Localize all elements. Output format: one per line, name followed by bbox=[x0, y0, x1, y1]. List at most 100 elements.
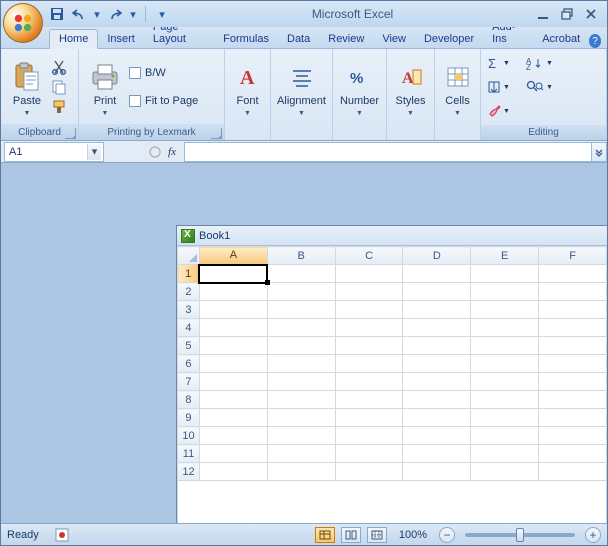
cell[interactable] bbox=[267, 265, 335, 283]
bw-checkbox[interactable]: B/W bbox=[129, 63, 198, 83]
column-header[interactable]: E bbox=[471, 247, 539, 265]
row-header[interactable]: 10 bbox=[178, 427, 200, 445]
cell[interactable] bbox=[335, 265, 403, 283]
cell[interactable] bbox=[267, 409, 335, 427]
page-layout-view-button[interactable] bbox=[341, 527, 361, 543]
cell[interactable] bbox=[471, 319, 539, 337]
redo-dropdown[interactable]: ▾ bbox=[129, 6, 137, 22]
row-header[interactable]: 3 bbox=[178, 301, 200, 319]
row-header[interactable]: 8 bbox=[178, 391, 200, 409]
cell[interactable] bbox=[539, 391, 607, 409]
restore-button[interactable] bbox=[559, 7, 575, 21]
tab-data[interactable]: Data bbox=[278, 30, 319, 48]
row-header[interactable]: 7 bbox=[178, 373, 200, 391]
cell[interactable] bbox=[199, 283, 267, 301]
cell[interactable] bbox=[471, 391, 539, 409]
print-button[interactable]: Print ▼ bbox=[83, 54, 127, 120]
cell[interactable] bbox=[471, 301, 539, 319]
styles-button[interactable]: A Styles ▼ bbox=[391, 54, 431, 120]
cell[interactable] bbox=[199, 391, 267, 409]
cell[interactable] bbox=[403, 463, 471, 481]
printing-launcher[interactable] bbox=[211, 128, 222, 139]
cell[interactable] bbox=[335, 427, 403, 445]
cell[interactable] bbox=[471, 265, 539, 283]
expand-formula-bar[interactable] bbox=[591, 142, 607, 162]
cell[interactable] bbox=[267, 355, 335, 373]
row-header[interactable]: 4 bbox=[178, 319, 200, 337]
cell[interactable] bbox=[403, 409, 471, 427]
sort-filter-button[interactable]: AZ▼ bbox=[526, 56, 553, 70]
cell[interactable] bbox=[471, 373, 539, 391]
cell[interactable] bbox=[267, 427, 335, 445]
cell[interactable] bbox=[539, 463, 607, 481]
cell[interactable] bbox=[539, 337, 607, 355]
cell[interactable] bbox=[539, 355, 607, 373]
undo-dropdown[interactable]: ▾ bbox=[93, 6, 101, 22]
cell[interactable] bbox=[403, 337, 471, 355]
font-button[interactable]: A Font ▼ bbox=[228, 54, 268, 120]
tab-formulas[interactable]: Formulas bbox=[214, 30, 278, 48]
cell[interactable] bbox=[403, 301, 471, 319]
format-painter-button[interactable] bbox=[51, 99, 67, 115]
save-button[interactable] bbox=[49, 6, 65, 22]
cell[interactable] bbox=[335, 337, 403, 355]
zoom-in-button[interactable]: + bbox=[585, 527, 601, 543]
cell[interactable] bbox=[335, 391, 403, 409]
formula-input[interactable] bbox=[184, 142, 591, 162]
row-header[interactable]: 6 bbox=[178, 355, 200, 373]
redo-button[interactable] bbox=[107, 6, 123, 22]
cell[interactable] bbox=[267, 337, 335, 355]
tab-home[interactable]: Home bbox=[49, 29, 98, 49]
cell[interactable] bbox=[335, 463, 403, 481]
cell[interactable] bbox=[539, 265, 607, 283]
cell[interactable] bbox=[403, 355, 471, 373]
cell[interactable] bbox=[335, 409, 403, 427]
cell[interactable] bbox=[539, 427, 607, 445]
cell[interactable] bbox=[471, 445, 539, 463]
fill-button[interactable]: ▼ bbox=[487, 80, 510, 94]
cell[interactable] bbox=[267, 373, 335, 391]
cell[interactable] bbox=[267, 463, 335, 481]
cell[interactable] bbox=[539, 409, 607, 427]
cell[interactable] bbox=[539, 301, 607, 319]
help-button[interactable]: ? bbox=[589, 34, 601, 48]
cell[interactable] bbox=[471, 337, 539, 355]
normal-view-button[interactable] bbox=[315, 527, 335, 543]
cell[interactable] bbox=[471, 409, 539, 427]
cell[interactable] bbox=[539, 373, 607, 391]
cell[interactable] bbox=[403, 283, 471, 301]
number-button[interactable]: % Number ▼ bbox=[337, 54, 382, 120]
cell[interactable] bbox=[539, 283, 607, 301]
cell[interactable] bbox=[267, 283, 335, 301]
cell[interactable] bbox=[267, 319, 335, 337]
cell[interactable] bbox=[471, 355, 539, 373]
workbook-titlebar[interactable]: Book1 bbox=[177, 226, 607, 246]
fit-to-page-checkbox[interactable]: Fit to Page bbox=[129, 91, 198, 111]
cancel-formula-button[interactable] bbox=[148, 145, 164, 159]
name-box[interactable]: A1 ▾ bbox=[4, 142, 104, 162]
row-header[interactable]: 11 bbox=[178, 445, 200, 463]
tab-insert[interactable]: Insert bbox=[98, 30, 144, 48]
row-header[interactable]: 2 bbox=[178, 283, 200, 301]
close-button[interactable] bbox=[583, 7, 599, 21]
zoom-thumb[interactable] bbox=[516, 528, 524, 542]
column-header[interactable]: B bbox=[267, 247, 335, 265]
tab-developer[interactable]: Developer bbox=[415, 30, 483, 48]
cell[interactable] bbox=[267, 301, 335, 319]
grid[interactable]: ABCDEF123456789101112 bbox=[177, 246, 607, 523]
cell[interactable] bbox=[199, 373, 267, 391]
cell[interactable] bbox=[471, 427, 539, 445]
zoom-slider[interactable] bbox=[465, 533, 575, 537]
name-box-dropdown[interactable]: ▾ bbox=[87, 144, 101, 160]
macro-record-button[interactable] bbox=[55, 528, 69, 542]
paste-button[interactable]: Paste ▼ bbox=[5, 54, 49, 120]
row-header[interactable]: 5 bbox=[178, 337, 200, 355]
cell[interactable] bbox=[403, 265, 471, 283]
cell[interactable] bbox=[199, 265, 267, 283]
cell[interactable] bbox=[471, 463, 539, 481]
column-header[interactable]: A bbox=[199, 247, 267, 265]
row-header[interactable]: 12 bbox=[178, 463, 200, 481]
cell[interactable] bbox=[199, 337, 267, 355]
clear-button[interactable]: ▼ bbox=[487, 104, 510, 118]
cell[interactable] bbox=[199, 409, 267, 427]
